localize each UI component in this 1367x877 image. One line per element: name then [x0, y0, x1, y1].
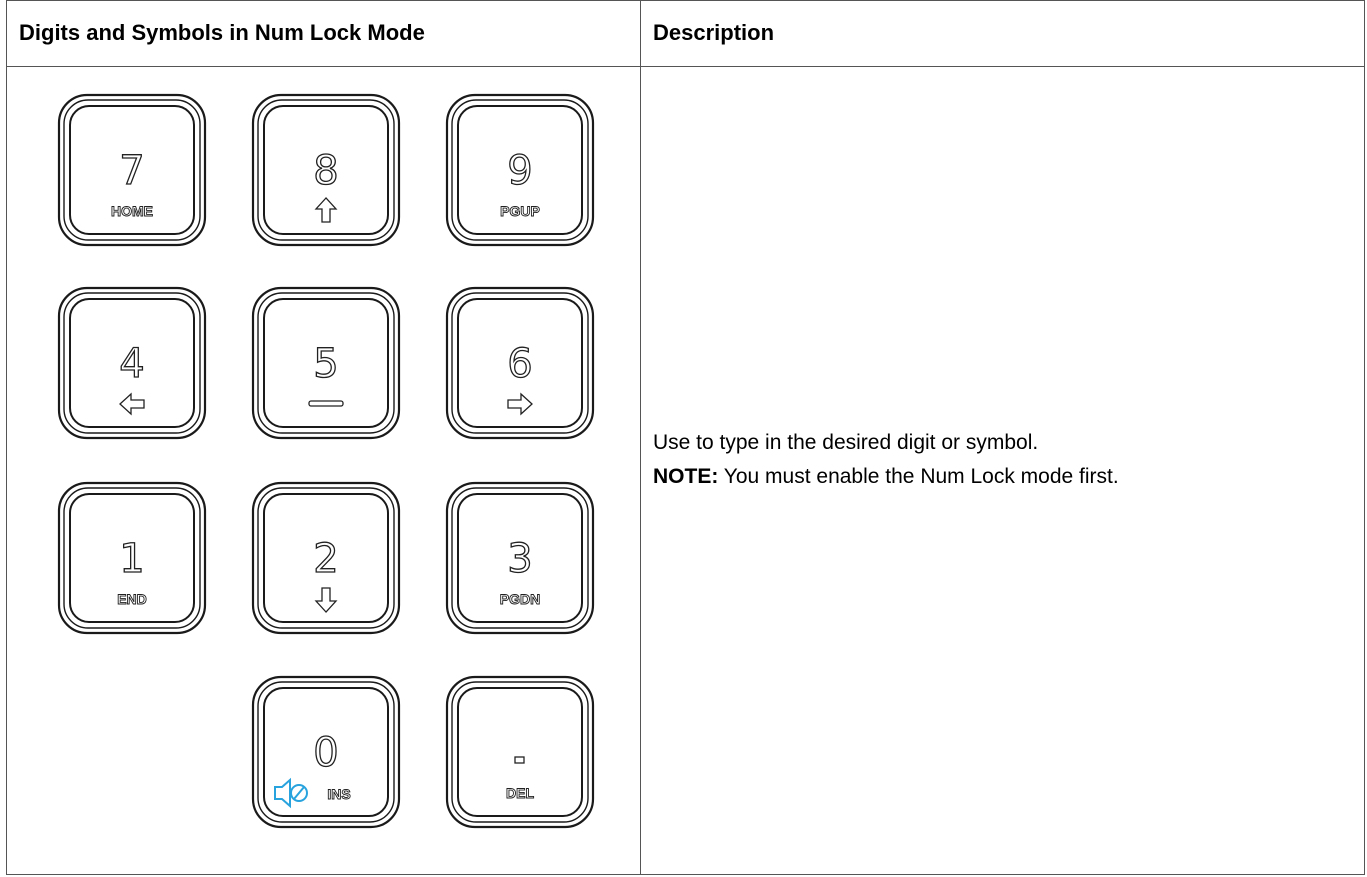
table-header-row: Digits and Symbols in Num Lock Mode Desc… [7, 1, 1364, 67]
key-3: 3 PGDN [445, 481, 595, 635]
column-header-description: Description [653, 20, 775, 45]
key-8-digit: 8 [313, 148, 338, 194]
key-3-digit: 3 [507, 536, 532, 582]
column-divider [640, 1, 641, 874]
key-2: 2 [251, 481, 401, 635]
note-label: NOTE: [653, 465, 719, 488]
description-note: NOTE: You must enable the Num Lock mode … [653, 460, 1119, 494]
key-dot-legend: DEL [506, 785, 534, 801]
column-header-digits: Digits and Symbols in Num Lock Mode [19, 20, 425, 45]
key-4-digit: 4 [119, 341, 144, 387]
key-0-digit: 0 [313, 730, 338, 776]
key-9: 9 PGUP [445, 93, 595, 247]
key-5: 5 [251, 286, 401, 440]
key-9-digit: 9 [507, 148, 532, 194]
key-7-digit: 7 [119, 148, 144, 194]
numeric-keypad-illustration: 7 HOME 8 9 PGUP 4 5 6 1 END 2 3 PGDN 0 I… [57, 93, 595, 829]
key-7-legend: HOME [111, 203, 153, 219]
key-1-digit: 1 [119, 536, 144, 582]
key-8: 8 [251, 93, 401, 247]
key-0-legend: INS [327, 786, 350, 802]
key-1-legend: END [117, 591, 147, 607]
key-5-digit: 5 [313, 341, 338, 387]
note-text: You must enable the Num Lock mode first. [718, 465, 1119, 488]
key-2-digit: 2 [313, 536, 338, 582]
key-0: 0 INS [251, 675, 401, 829]
key-dot: DEL [445, 675, 595, 829]
key-9-legend: PGUP [500, 203, 540, 219]
key-1: 1 END [57, 481, 207, 635]
key-6: 6 [445, 286, 595, 440]
description-cell: Use to type in the desired digit or symb… [653, 426, 1119, 494]
key-3-legend: PGDN [500, 591, 540, 607]
description-text: Use to type in the desired digit or symb… [653, 431, 1039, 454]
keypad-table: Digits and Symbols in Num Lock Mode Desc… [6, 0, 1365, 875]
key-4: 4 [57, 286, 207, 440]
key-7: 7 HOME [57, 93, 207, 247]
key-6-digit: 6 [507, 341, 532, 387]
